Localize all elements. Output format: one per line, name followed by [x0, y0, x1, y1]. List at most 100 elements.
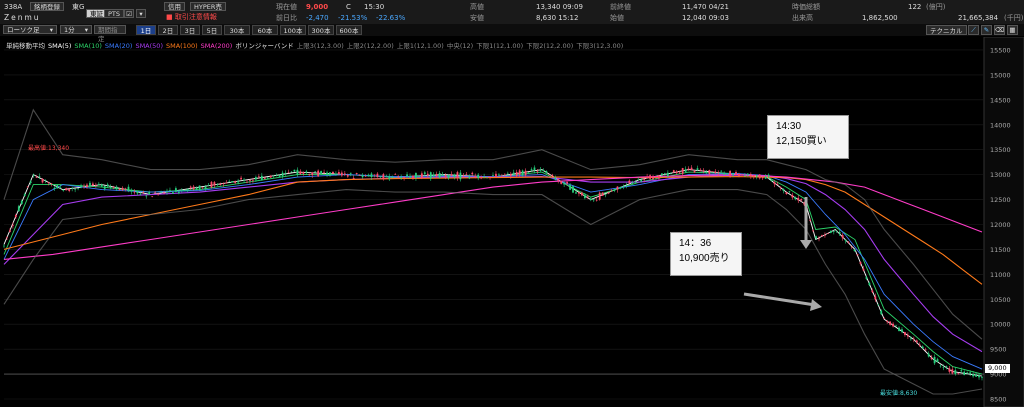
- candle-body-141: [420, 173, 423, 179]
- candle-body-210: [625, 185, 628, 187]
- period-select[interactable]: 期間指定: [94, 25, 126, 43]
- candle-body-10: [32, 174, 35, 176]
- candle-body-143: [426, 173, 429, 176]
- credit-button[interactable]: 信用: [164, 2, 185, 11]
- candle-body-106: [317, 170, 320, 177]
- price-chart[interactable]: 15500 15000 14500 14000 13500 13000 12500 12000…: [0, 37, 1024, 407]
- candle-body-81: [243, 179, 245, 181]
- candle-body-202: [601, 192, 604, 196]
- candle-body-117: [349, 172, 352, 174]
- candle-body-178: [530, 169, 533, 171]
- candle-body-310: [921, 346, 924, 349]
- candle-body-312: [927, 353, 930, 357]
- candle-body-120: [358, 175, 361, 176]
- timeframe-0[interactable]: 1日: [136, 25, 156, 35]
- candle-body-2: [9, 230, 11, 232]
- candle-body-158: [471, 172, 474, 175]
- candle-body-281: [835, 230, 838, 232]
- candle-body-138: [412, 175, 414, 179]
- y-tick-label-7: 12000: [990, 221, 1011, 229]
- draw-line-icon[interactable]: ⟋: [968, 25, 979, 35]
- buy-arrow-head: [800, 240, 812, 249]
- watchlist-tab[interactable]: 銘柄登録: [30, 2, 64, 11]
- y-tick-label-5: 13000: [990, 171, 1011, 179]
- candle-body-92: [275, 175, 278, 176]
- candle-body-157: [468, 176, 471, 179]
- y-tick-label-10: 10500: [990, 296, 1011, 304]
- candle-body-150: [447, 175, 450, 179]
- candle-body-279: [829, 230, 832, 233]
- candle-body-137: [409, 176, 411, 179]
- candle-body-237: [705, 172, 708, 174]
- warning-label[interactable]: ■ 取引注意情報: [166, 13, 217, 22]
- candle-body-200: [595, 200, 598, 201]
- candle-body-170: [506, 173, 509, 175]
- timeframe-7[interactable]: 300本: [308, 25, 334, 35]
- candle-body-27: [83, 186, 85, 188]
- candle-body-115: [343, 173, 346, 175]
- company-name: Zenmu: [4, 13, 41, 22]
- chevron-down-icon: ▾: [49, 26, 53, 34]
- candle-body-69: [207, 185, 210, 186]
- candle-body-165: [492, 175, 494, 176]
- candle-body-80: [240, 177, 242, 180]
- candle-body-228: [678, 172, 681, 174]
- candle-body-209: [622, 186, 625, 187]
- technical-button[interactable]: テクニカル: [926, 25, 967, 35]
- timeframe-5[interactable]: 60本: [252, 25, 278, 35]
- timeframe-4[interactable]: 30本: [224, 25, 250, 35]
- candle-body-222: [661, 173, 663, 175]
- candle-body-146: [435, 174, 438, 176]
- candle-body-250: [744, 175, 746, 177]
- pts-button[interactable]: PTS: [104, 9, 125, 18]
- grid-icon[interactable]: ▦: [1007, 25, 1018, 35]
- candle-body-188: [560, 180, 563, 184]
- candle-body-112: [335, 173, 337, 175]
- candle-body-187: [557, 179, 560, 181]
- timeframe-6[interactable]: 100本: [280, 25, 306, 35]
- candle-body-23: [71, 187, 74, 189]
- candle-body-328: [975, 374, 977, 377]
- candle-body-221: [658, 175, 660, 179]
- sell-arrow-head: [810, 299, 822, 311]
- legend-item-10: 上限1(12,1.00): [396, 42, 444, 50]
- eraser-icon[interactable]: ⌫: [994, 25, 1005, 35]
- chart-type-select[interactable]: ローソク足 ▾: [3, 25, 57, 34]
- prev-close-label: 前終値: [610, 3, 631, 11]
- link-icon[interactable]: ☑: [124, 9, 134, 18]
- timeframe-3[interactable]: 5日: [202, 25, 222, 35]
- timeframe-1[interactable]: 2日: [158, 25, 178, 35]
- low-label: 安値: [470, 14, 484, 22]
- candle-body-71: [213, 182, 216, 186]
- hyper-sell-button[interactable]: HYPER売: [190, 2, 226, 11]
- candle-body-46: [139, 193, 142, 195]
- timeframe-8[interactable]: 600本: [336, 25, 362, 35]
- candle-body-126: [376, 173, 379, 178]
- candle-body-60: [180, 189, 183, 191]
- candle-body-231: [687, 168, 690, 170]
- candle-body-47: [142, 192, 145, 193]
- chart-type-value: ローソク足: [7, 26, 40, 34]
- interval-value: 1分: [64, 26, 75, 34]
- candle-body-152: [453, 174, 456, 178]
- dropdown-icon[interactable]: ▾: [136, 9, 146, 18]
- candle-body-108: [323, 171, 325, 173]
- candle-body-37: [112, 187, 115, 188]
- candle-body-283: [841, 235, 844, 239]
- candle-body-182: [542, 169, 545, 171]
- current-flag: C: [346, 3, 351, 11]
- market-cap-label: 時価総額: [792, 3, 820, 11]
- candle-body-214: [637, 179, 640, 181]
- high-value: 13,340 09:09: [536, 3, 583, 11]
- candle-body-242: [720, 170, 723, 172]
- candle-body-90: [269, 175, 272, 178]
- high-marker: 最高値:13,340: [28, 145, 70, 152]
- candle-body-139: [415, 173, 417, 179]
- candle-body-1: [6, 237, 8, 238]
- pen-icon[interactable]: ✎: [981, 25, 992, 35]
- candle-body-280: [832, 231, 835, 232]
- candle-body-294: [874, 296, 877, 300]
- candle-body-183: [545, 170, 548, 174]
- timeframe-2[interactable]: 3日: [180, 25, 200, 35]
- interval-select[interactable]: 1分 ▾: [60, 25, 92, 34]
